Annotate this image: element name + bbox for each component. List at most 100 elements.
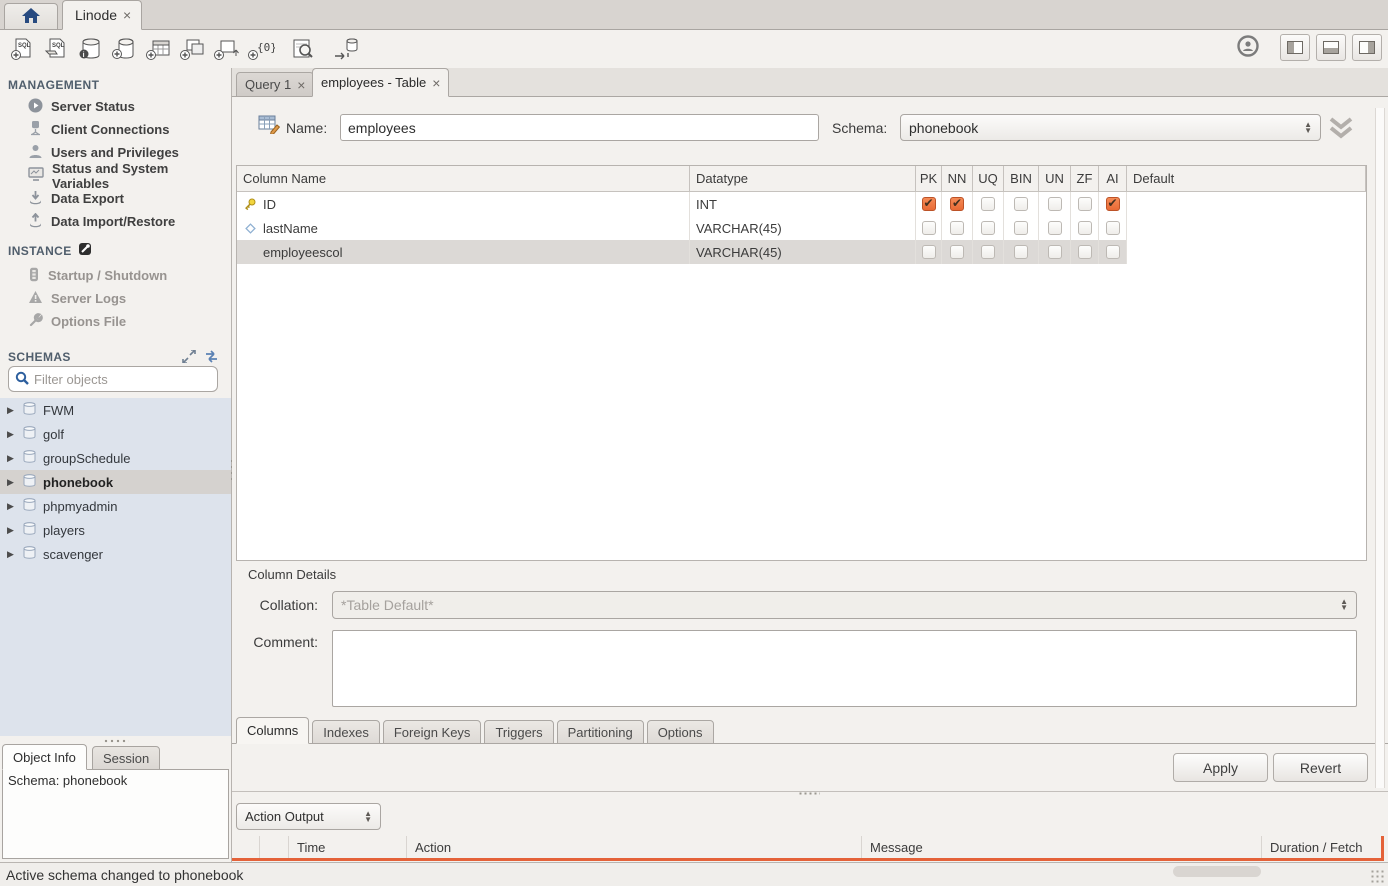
column-row-id[interactable]: ID INT ✔ ✔ ✔ ✔ ✔ ✔ ✔	[237, 192, 1366, 216]
header-column-name[interactable]: Column Name	[237, 166, 690, 191]
header-ai[interactable]: AI	[1099, 166, 1127, 191]
create-schema-icon[interactable]	[108, 34, 142, 64]
home-tab[interactable]	[4, 3, 58, 29]
sidebar-item-data-import[interactable]: Data Import/Restore	[0, 210, 229, 233]
bin-checkbox[interactable]: ✔	[1014, 245, 1028, 259]
search-table-data-icon[interactable]	[286, 34, 320, 64]
action-output-selector[interactable]: Action Output ▲▼	[236, 803, 381, 830]
column-row-employeescol[interactable]: employeescol VARCHAR(45) ✔ ✔ ✔ ✔ ✔ ✔ ✔	[237, 240, 1366, 264]
uq-checkbox[interactable]: ✔	[981, 221, 995, 235]
un-checkbox[interactable]: ✔	[1048, 221, 1062, 235]
header-zf[interactable]: ZF	[1071, 166, 1099, 191]
pk-checkbox[interactable]: ✔	[922, 221, 936, 235]
tab-session[interactable]: Session	[92, 746, 160, 770]
tab-foreign-keys[interactable]: Foreign Keys	[383, 720, 482, 744]
sidebar-item-client-connections[interactable]: Client Connections	[0, 118, 229, 141]
uq-checkbox[interactable]: ✔	[981, 245, 995, 259]
ai-checkbox[interactable]: ✔	[1106, 221, 1120, 235]
expander-icon[interactable]: ▶	[7, 429, 16, 440]
expander-icon[interactable]: ▶	[7, 501, 16, 512]
zf-checkbox[interactable]: ✔	[1078, 245, 1092, 259]
pk-checkbox[interactable]: ✔	[922, 245, 936, 259]
output-splitter-handle[interactable]	[798, 792, 820, 795]
schema-item-phonebook[interactable]: ▶phonebook	[0, 470, 231, 494]
reconnect-dbms-icon[interactable]	[328, 34, 362, 64]
window-resize-grip[interactable]	[1370, 869, 1384, 883]
header-datatype[interactable]: Datatype	[690, 166, 916, 191]
open-sql-script-icon[interactable]: SQL	[40, 34, 74, 64]
close-icon[interactable]: ×	[123, 7, 131, 23]
expander-icon[interactable]: ▶	[7, 405, 16, 416]
create-function-icon[interactable]: {0}	[244, 34, 278, 64]
tab-query-1[interactable]: Query 1 ×	[236, 72, 314, 97]
tab-partitioning[interactable]: Partitioning	[557, 720, 644, 744]
horizontal-scrollbar-thumb[interactable]	[1173, 866, 1261, 877]
nn-checkbox[interactable]: ✔	[950, 197, 964, 211]
zf-checkbox[interactable]: ✔	[1078, 197, 1092, 211]
uq-checkbox[interactable]: ✔	[981, 197, 995, 211]
bin-checkbox[interactable]: ✔	[1014, 221, 1028, 235]
ai-checkbox[interactable]: ✔	[1106, 245, 1120, 259]
sidebar-item-server-status[interactable]: Server Status	[0, 95, 229, 118]
tab-indexes[interactable]: Indexes	[312, 720, 380, 744]
new-query-tab-icon[interactable]: SQL	[6, 34, 40, 64]
schema-item-phpmyadmin[interactable]: ▶phpmyadmin	[0, 494, 231, 518]
sidebar-item-server-logs[interactable]: Server Logs	[0, 287, 229, 310]
expand-schemas-icon[interactable]	[182, 350, 196, 366]
header-bin[interactable]: BIN	[1004, 166, 1039, 191]
expander-icon[interactable]: ▶	[7, 525, 16, 536]
apply-button[interactable]: Apply	[1173, 753, 1268, 782]
close-icon[interactable]: ×	[297, 77, 305, 93]
tab-object-info[interactable]: Object Info	[2, 744, 87, 770]
ai-checkbox[interactable]: ✔	[1106, 197, 1120, 211]
tab-employees-table[interactable]: employees - Table ×	[312, 68, 449, 97]
sidebar-item-system-variables[interactable]: Status and System Variables	[0, 164, 229, 187]
toggle-right-sidebar-button[interactable]	[1352, 34, 1382, 61]
vertical-scrollbar[interactable]	[1375, 108, 1385, 788]
pk-checkbox[interactable]: ✔	[922, 197, 936, 211]
expander-icon[interactable]: ▶	[7, 549, 16, 560]
tab-columns[interactable]: Columns	[236, 717, 309, 744]
schema-item-players[interactable]: ▶players	[0, 518, 231, 542]
table-name-input[interactable]	[340, 114, 819, 141]
schema-inspector-icon[interactable]: i	[74, 34, 108, 64]
schema-item-groupschedule[interactable]: ▶groupSchedule	[0, 446, 231, 470]
schema-filter-input[interactable]	[34, 372, 211, 387]
schema-item-fwm[interactable]: ▶FWM	[0, 398, 231, 422]
bin-checkbox[interactable]: ✔	[1014, 197, 1028, 211]
nn-checkbox[interactable]: ✔	[950, 245, 964, 259]
create-table-icon[interactable]	[142, 34, 176, 64]
nn-checkbox[interactable]: ✔	[950, 221, 964, 235]
header-default[interactable]: Default	[1127, 166, 1366, 191]
tab-triggers[interactable]: Triggers	[484, 720, 553, 744]
header-pk[interactable]: PK	[916, 166, 942, 191]
schema-dropdown[interactable]: phonebook ▲▼	[900, 114, 1321, 141]
header-action[interactable]: Action	[407, 836, 862, 858]
toggle-bottom-panel-button[interactable]	[1316, 34, 1346, 61]
sidebar-splitter-handle[interactable]	[103, 739, 129, 743]
collation-dropdown[interactable]: *Table Default* ▲▼	[332, 591, 1357, 619]
header-un[interactable]: UN	[1039, 166, 1071, 191]
header-uq[interactable]: UQ	[973, 166, 1004, 191]
sidebar-item-data-export[interactable]: Data Export	[0, 187, 229, 210]
header-duration-fetch[interactable]: Duration / Fetch	[1262, 836, 1384, 858]
connection-tab-linode[interactable]: Linode ×	[62, 0, 142, 30]
refresh-schemas-icon[interactable]	[204, 350, 219, 366]
user-circle-icon[interactable]	[1236, 34, 1260, 61]
create-view-icon[interactable]	[176, 34, 210, 64]
sidebar-item-options-file[interactable]: Options File	[0, 310, 229, 333]
toggle-left-sidebar-button[interactable]	[1280, 34, 1310, 61]
header-nn[interactable]: NN	[942, 166, 973, 191]
comment-textarea[interactable]	[332, 630, 1357, 707]
zf-checkbox[interactable]: ✔	[1078, 221, 1092, 235]
header-time[interactable]: Time	[289, 836, 407, 858]
expander-icon[interactable]: ▶	[7, 477, 16, 488]
expand-header-chevron-icon[interactable]	[1328, 116, 1354, 143]
schema-item-golf[interactable]: ▶golf	[0, 422, 231, 446]
create-procedure-icon[interactable]	[210, 34, 244, 64]
header-message[interactable]: Message	[862, 836, 1262, 858]
tab-options[interactable]: Options	[647, 720, 714, 744]
sidebar-item-startup-shutdown[interactable]: Startup / Shutdown	[0, 264, 229, 287]
revert-button[interactable]: Revert	[1273, 753, 1368, 782]
un-checkbox[interactable]: ✔	[1048, 245, 1062, 259]
